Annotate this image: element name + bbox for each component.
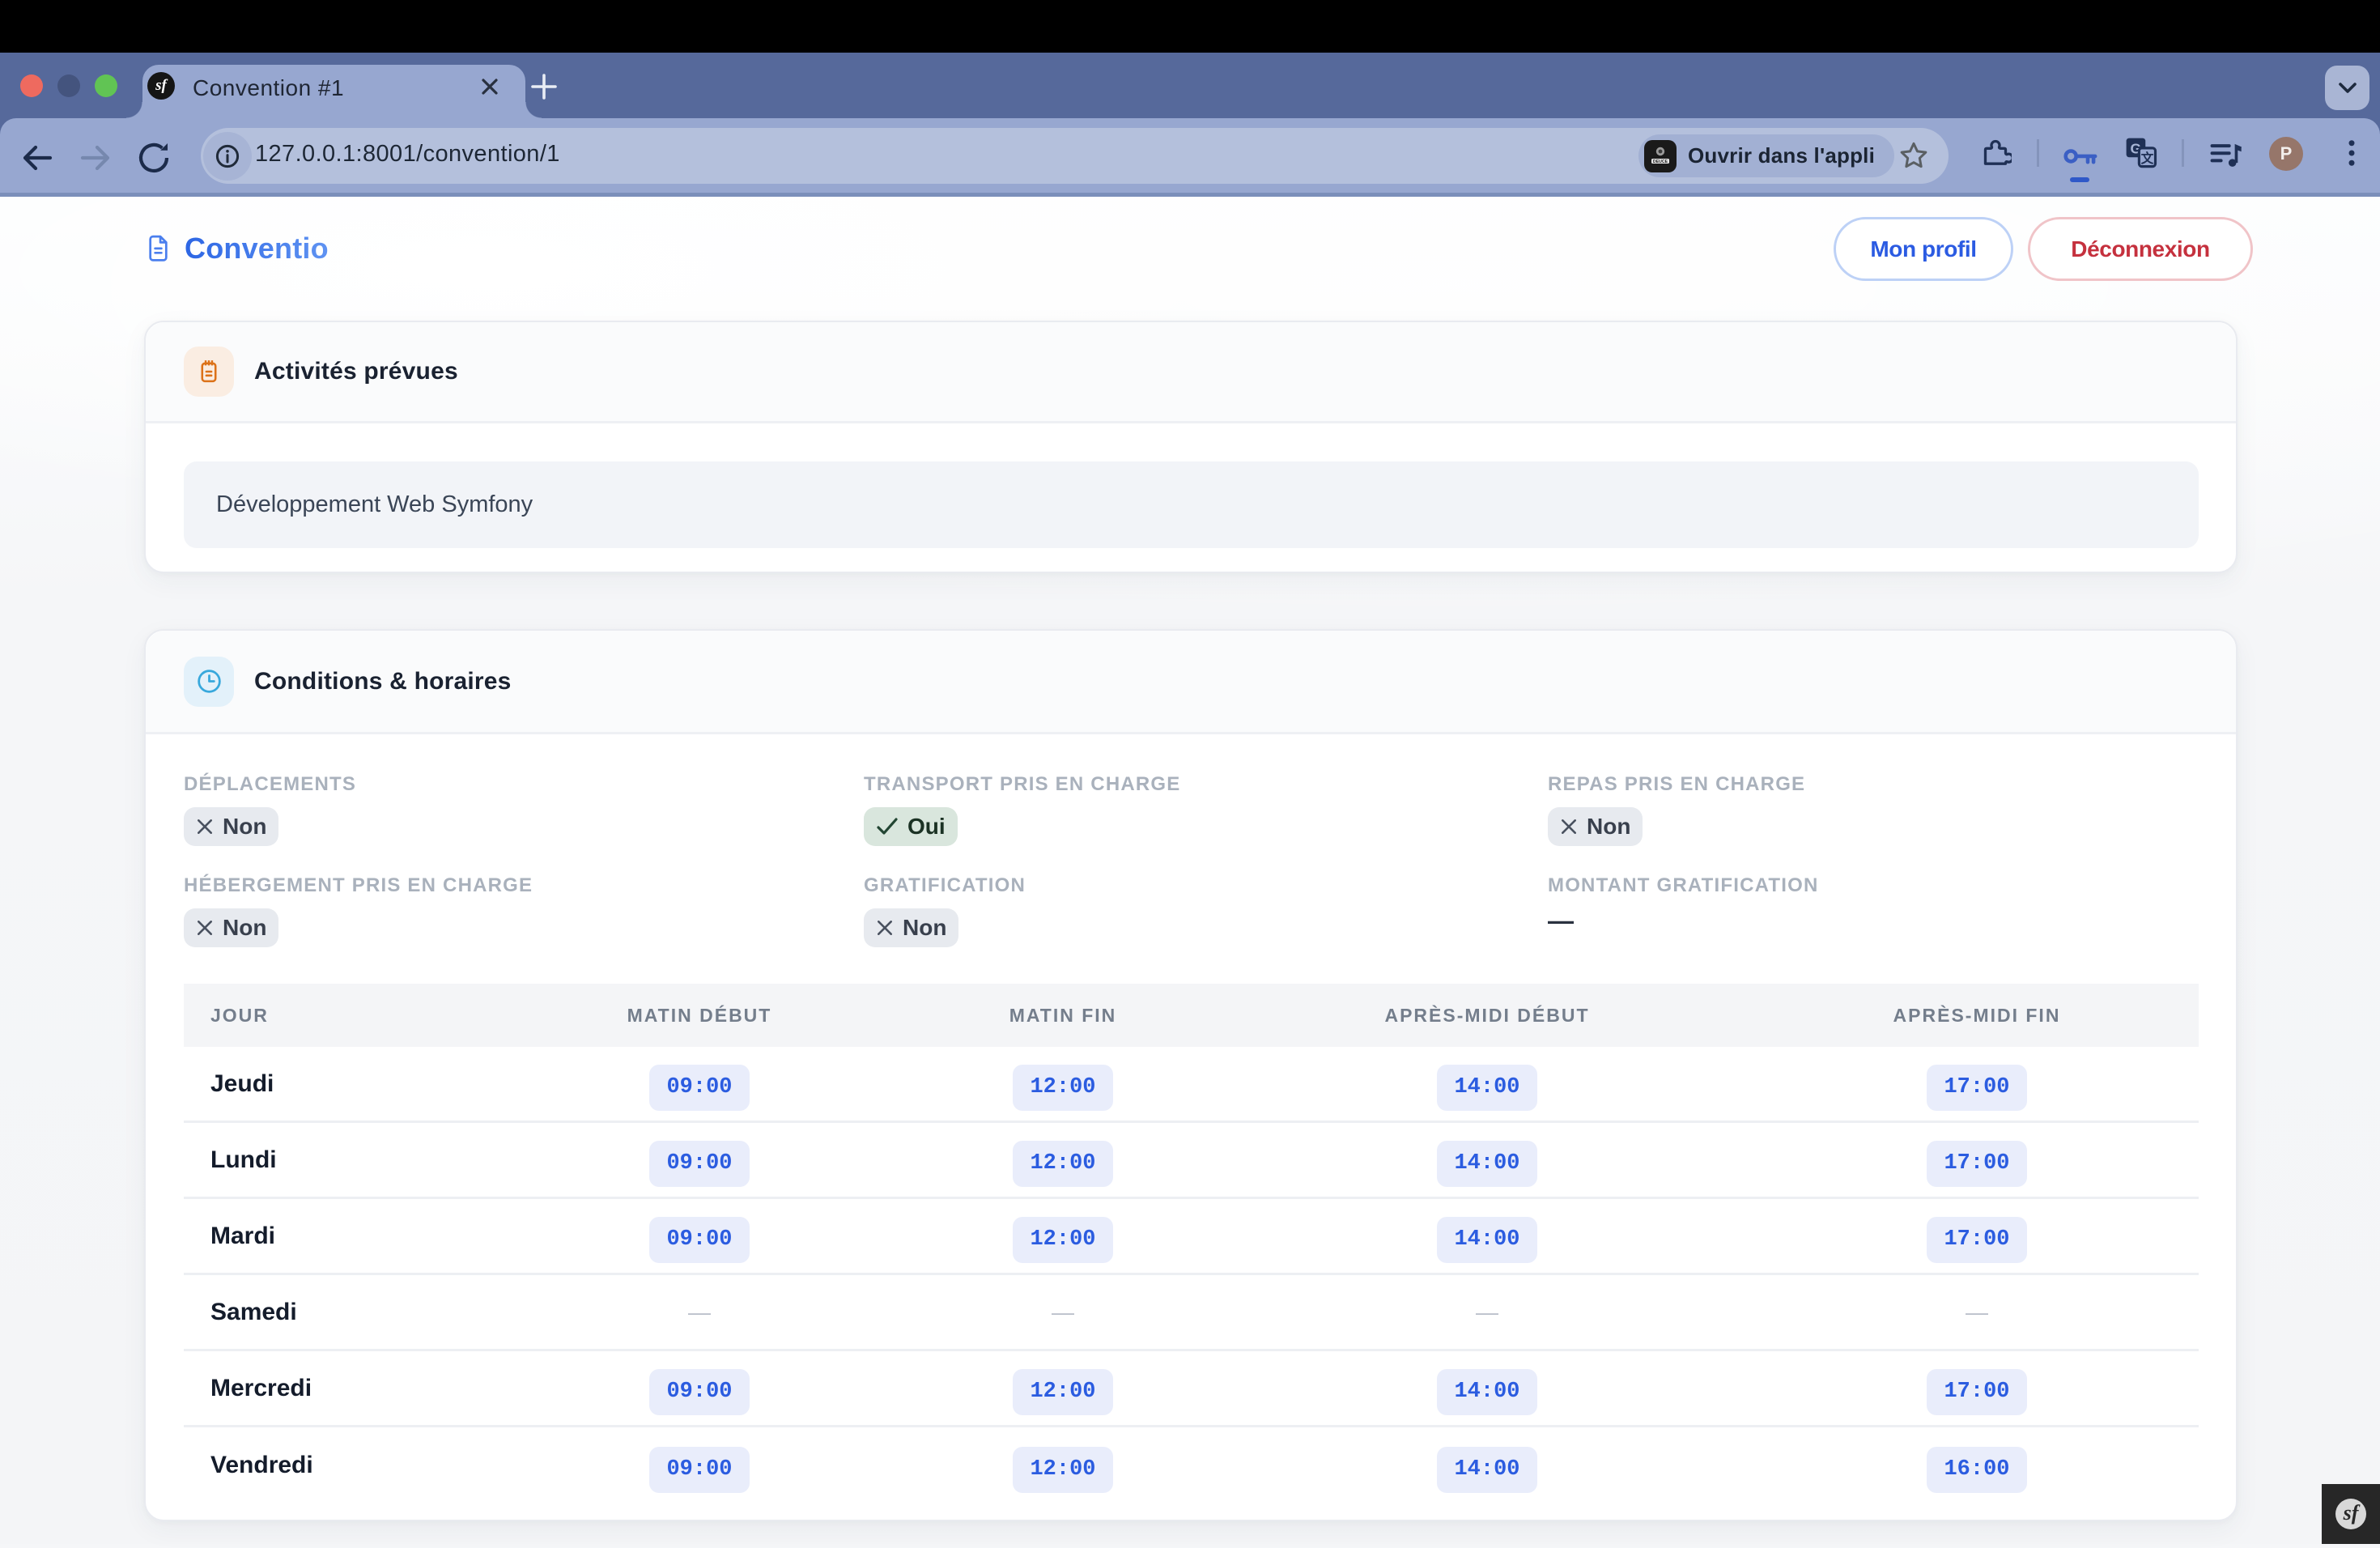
svg-text:文: 文: [2141, 151, 2154, 166]
svg-text:DEUCE: DEUCE: [1653, 159, 1668, 164]
